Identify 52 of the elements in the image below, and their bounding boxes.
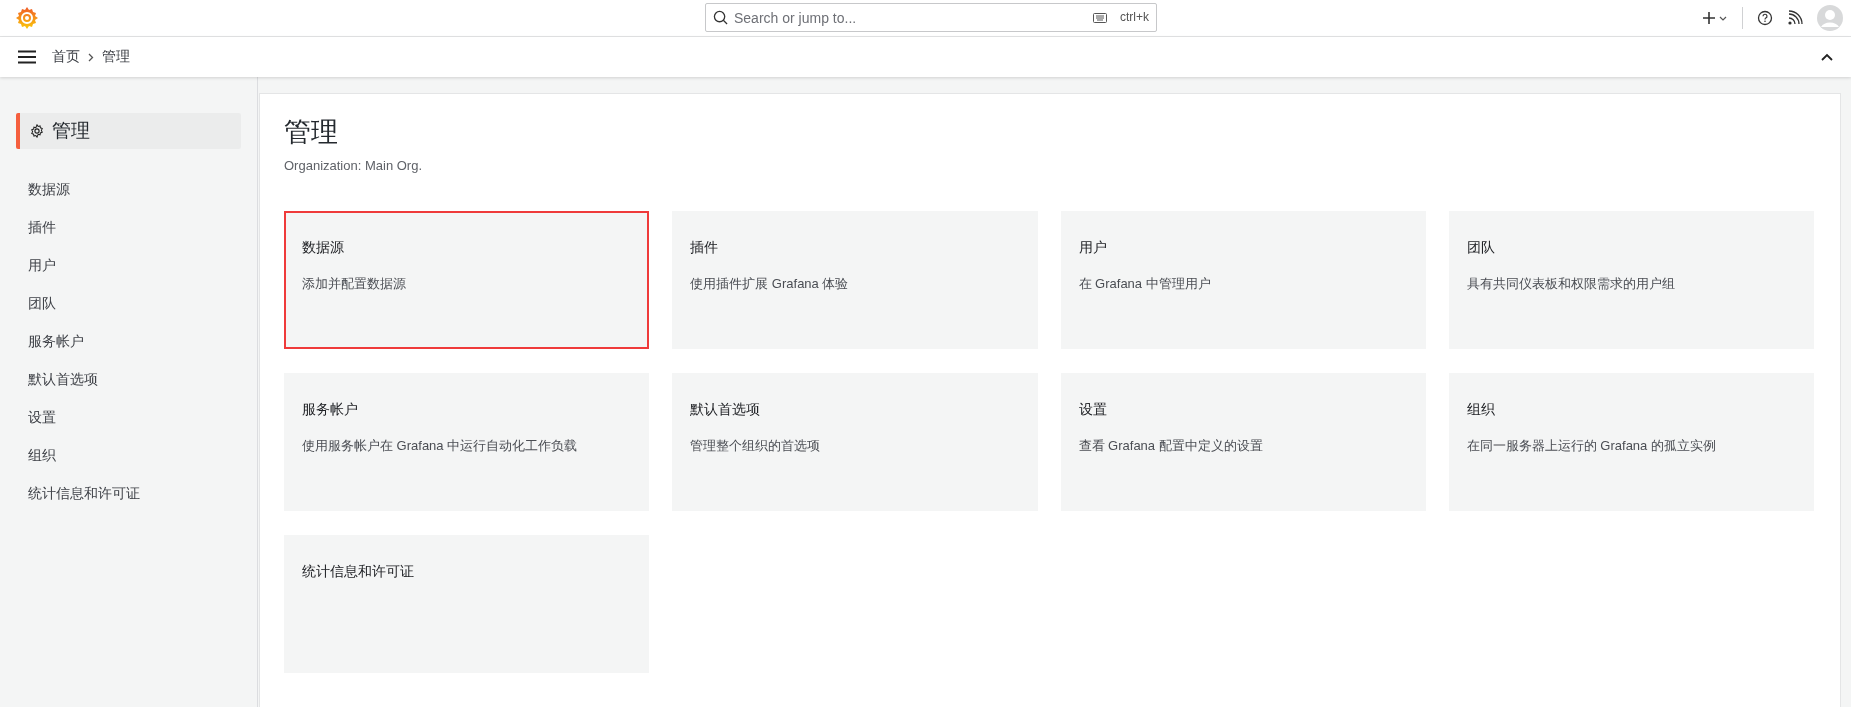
admin-card[interactable]: 组织 在同一服务器上运行的 Grafana 的孤立实例 xyxy=(1448,373,1814,511)
settings-icon xyxy=(30,124,44,138)
card-description: 管理整个组织的首选项 xyxy=(690,437,822,455)
page-title: 管理 xyxy=(284,116,339,149)
card-title: 设置 xyxy=(1078,401,1108,419)
admin-card[interactable]: 设置 查看 Grafana 配置中定义的设置 xyxy=(1060,373,1426,511)
sidebar-item[interactable]: 团队 xyxy=(16,285,241,323)
sidebar-item[interactable]: 组织 xyxy=(16,437,241,475)
search-icon xyxy=(713,10,728,25)
keyboard-icon xyxy=(1093,13,1107,23)
admin-card[interactable]: 团队 具有共同仪表板和权限需求的用户组 xyxy=(1448,211,1814,349)
admin-card[interactable]: 插件 使用插件扩展 Grafana 体验 xyxy=(672,211,1038,349)
card-description: 在 Grafana 中管理用户 xyxy=(1078,275,1212,293)
card-description: 在同一服务器上运行的 Grafana 的孤立实例 xyxy=(1466,437,1717,455)
help-icon[interactable] xyxy=(1757,10,1773,26)
menu-icon[interactable] xyxy=(18,50,36,64)
sidebar-item[interactable]: 统计信息和许可证 xyxy=(16,475,241,513)
card-title: 用户 xyxy=(1078,239,1108,257)
chevron-right-icon xyxy=(88,52,94,62)
breadcrumb-link[interactable]: 管理 xyxy=(102,48,130,66)
card-title: 团队 xyxy=(1466,239,1496,257)
sidebar-section-header[interactable]: 管理 xyxy=(16,113,241,149)
sidebar-item[interactable]: 默认首选项 xyxy=(16,361,241,399)
card-description: 使用插件扩展 Grafana 体验 xyxy=(690,275,850,293)
rss-feed-icon[interactable] xyxy=(1787,10,1803,26)
card-title: 数据源 xyxy=(302,239,345,257)
add-button[interactable] xyxy=(1702,10,1728,26)
breadcrumb-link[interactable]: 首页 xyxy=(52,48,80,66)
chevron-up-icon[interactable] xyxy=(1821,53,1833,61)
sidebar-item[interactable]: 数据源 xyxy=(16,171,241,209)
card-title: 默认首选项 xyxy=(690,401,762,419)
shortcut-hint: ctrl+k xyxy=(1120,10,1149,24)
card-description: 查看 Grafana 配置中定义的设置 xyxy=(1078,437,1264,455)
card-description: 添加并配置数据源 xyxy=(302,275,407,293)
sidebar-title: 管理 xyxy=(52,119,90,143)
card-title: 服务帐户 xyxy=(302,401,359,419)
admin-card[interactable]: 用户 在 Grafana 中管理用户 xyxy=(1060,211,1426,349)
sidebar-item[interactable]: 用户 xyxy=(16,247,241,285)
card-title: 插件 xyxy=(690,239,720,257)
card-description: 具有共同仪表板和权限需求的用户组 xyxy=(1466,275,1676,293)
sidebar-item[interactable]: 服务帐户 xyxy=(16,323,241,361)
admin-card[interactable]: 服务帐户 使用服务帐户在 Grafana 中运行自动化工作负载 xyxy=(284,373,650,511)
card-title: 组织 xyxy=(1466,401,1496,419)
card-title: 统计信息和许可证 xyxy=(302,563,415,581)
admin-card[interactable]: 统计信息和许可证 xyxy=(284,535,650,673)
card-description: 使用服务帐户在 Grafana 中运行自动化工作负载 xyxy=(302,437,579,455)
sidebar-item[interactable]: 插件 xyxy=(16,209,241,247)
page-subtitle: Organization: Main Org. xyxy=(284,158,423,173)
admin-card[interactable]: 数据源 添加并配置数据源 xyxy=(284,211,650,349)
grafana-logo-icon[interactable] xyxy=(14,5,40,31)
sidebar-item[interactable]: 设置 xyxy=(16,399,241,437)
admin-card[interactable]: 默认首选项 管理整个组织的首选项 xyxy=(672,373,1038,511)
